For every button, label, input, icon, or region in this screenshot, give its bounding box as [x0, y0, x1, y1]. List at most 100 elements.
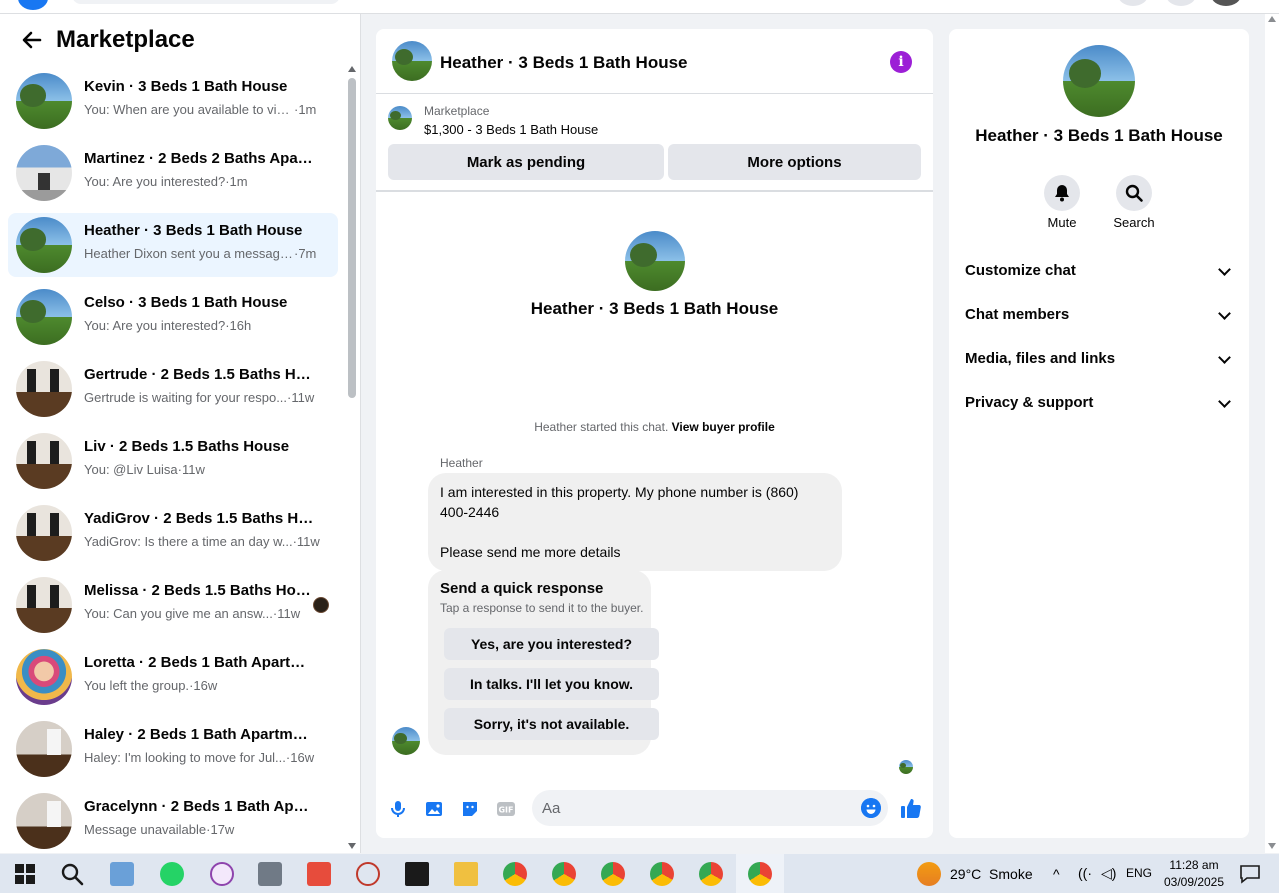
weather-text[interactable]: 29°C Smoke [950, 866, 1033, 882]
conversation-item[interactable]: Liv · 2 Beds 1.5 Baths House You: @Liv Lu… [8, 429, 338, 493]
app-icon[interactable] [210, 862, 234, 886]
mute-button[interactable] [1044, 175, 1080, 211]
scroll-down-arrow-icon[interactable] [1268, 843, 1276, 849]
listing-thumbnail[interactable] [388, 106, 412, 130]
conversation-time: ·16w [285, 750, 315, 765]
quick-reply-button[interactable]: In talks. I'll let you know. [444, 668, 659, 700]
wifi-icon[interactable]: ((· [1078, 865, 1092, 881]
whatsapp-icon[interactable] [160, 862, 184, 886]
mute-action[interactable]: Mute [1032, 175, 1092, 230]
conversation-name: Melissa · 2 Beds 1.5 Baths Hou... [84, 582, 316, 599]
language-indicator[interactable]: ENG [1126, 866, 1152, 880]
chevron-up-icon[interactable]: ^ [1053, 866, 1060, 882]
chevron-down-icon [1218, 351, 1231, 364]
quick-reply-button[interactable]: Sorry, it's not available. [444, 708, 659, 740]
media-files-links-section[interactable]: Media, files and links [965, 347, 1235, 371]
view-buyer-profile-link[interactable]: View buyer profile [672, 420, 775, 434]
search-button[interactable] [1116, 175, 1152, 211]
chrome-icon[interactable] [748, 862, 772, 886]
sidebar-header: Marketplace [0, 14, 345, 68]
more-options-button[interactable]: More options [668, 144, 921, 180]
windows-start-icon[interactable] [13, 862, 37, 886]
sticker-icon[interactable] [460, 799, 480, 819]
listing-label: Marketplace [424, 104, 490, 118]
conversation-name: Gertrude · 2 Beds 1.5 Baths House [84, 366, 316, 383]
conversation-item[interactable]: Loretta · 2 Beds 1 Bath Apartme... You le… [8, 645, 338, 709]
conversation-item[interactable]: Celso · 3 Beds 1 Bath House You: Are you … [8, 285, 338, 349]
search-bar[interactable] [72, 0, 340, 4]
listing-price[interactable]: $1,300 - 3 Beds 1 Bath House [424, 122, 598, 137]
unread-avatar-indicator [313, 597, 329, 613]
conversation-thumbnail [16, 217, 72, 273]
weather-icon[interactable] [917, 862, 941, 886]
conversation-name: YadiGrov · 2 Beds 1.5 Baths House [84, 510, 316, 527]
conversation-thumbnail [16, 361, 72, 417]
svg-text:GIF: GIF [498, 806, 513, 815]
customize-chat-section[interactable]: Customize chat [965, 259, 1235, 283]
photo-icon[interactable] [424, 799, 444, 819]
chrome-icon[interactable] [503, 862, 527, 886]
chrome-icon[interactable] [650, 862, 674, 886]
chat-panel: Heather · 3 Beds 1 Bath House i Marketpl… [376, 29, 933, 838]
chat-info-panel: Heather · 3 Beds 1 Bath House Mute Searc… [949, 29, 1249, 838]
conversation-snippet: You: When are you available to visi... ·1… [84, 102, 317, 117]
menu-button[interactable] [1118, 0, 1148, 6]
conversation-time: ·11w [292, 534, 320, 549]
back-arrow-icon[interactable] [20, 28, 44, 52]
chrome-icon[interactable] [699, 862, 723, 886]
conversation-item[interactable]: YadiGrov · 2 Beds 1.5 Baths House YadiGro… [8, 501, 338, 565]
app-icon[interactable] [110, 862, 134, 886]
file-explorer-icon[interactable] [454, 862, 478, 886]
conversation-item[interactable]: Martinez · 2 Beds 2 Baths Apart... You: A… [8, 141, 338, 205]
volume-icon[interactable]: ◁) [1101, 865, 1116, 882]
conversation-time: ·16w [189, 678, 218, 693]
chat-avatar[interactable] [392, 41, 432, 81]
chat-started-notice: Heather started this chat. View buyer pr… [376, 420, 933, 434]
conversation-item[interactable]: Melissa · 2 Beds 1.5 Baths Hou... You: Ca… [8, 573, 338, 637]
scroll-down-arrow-icon[interactable] [348, 843, 356, 849]
conversation-time: ·17w [206, 822, 235, 837]
conversation-thumbnail [16, 433, 72, 489]
thumbs-up-icon[interactable] [900, 797, 922, 819]
chevron-down-icon [1218, 395, 1231, 408]
chrome-icon[interactable] [552, 862, 576, 886]
conversation-thumbnail [16, 721, 72, 777]
sidebar-scrollbar[interactable] [345, 64, 359, 853]
message-sender-name: Heather [440, 456, 483, 470]
conversation-item[interactable]: Gertrude · 2 Beds 1.5 Baths House Gertrud… [8, 357, 338, 421]
search-icon[interactable] [60, 862, 84, 886]
scroll-up-arrow-icon[interactable] [348, 66, 356, 72]
windows-taskbar: 29°C Smoke ^ ((· ◁) ENG 11:28 am 03/09/2… [0, 854, 1279, 893]
chat-title[interactable]: Heather · 3 Beds 1 Bath House [440, 53, 688, 73]
message-input[interactable] [532, 790, 888, 826]
search-action[interactable]: Search [1104, 175, 1164, 230]
gif-icon[interactable]: GIF [496, 799, 516, 819]
info-icon[interactable]: i [890, 51, 912, 73]
emoji-icon[interactable] [861, 798, 881, 818]
calculator-icon[interactable] [258, 862, 282, 886]
conversation-item[interactable]: Gracelynn · 2 Beds 1 Bath Apart... Messag… [8, 789, 338, 853]
conversation-name: Haley · 2 Beds 1 Bath Apartment... [84, 726, 316, 743]
chat-members-section[interactable]: Chat members [965, 303, 1235, 327]
conversation-item[interactable]: Heather · 3 Beds 1 Bath House Heather Dix… [8, 213, 338, 277]
conversation-item[interactable]: Kevin · 3 Beds 1 Bath House You: When are… [8, 69, 338, 133]
privacy-support-section[interactable]: Privacy & support [965, 391, 1235, 415]
scrollbar-thumb[interactable] [348, 78, 356, 398]
scroll-up-arrow-icon[interactable] [1268, 16, 1276, 22]
microphone-icon[interactable] [388, 799, 408, 819]
notifications-button[interactable] [1166, 0, 1196, 6]
clock-date[interactable]: 03/09/2025 [1160, 875, 1228, 889]
profile-avatar[interactable] [1211, 0, 1241, 6]
clock-time[interactable]: 11:28 am [1163, 858, 1225, 872]
sticky-notes-icon[interactable] [405, 862, 429, 886]
app-icon[interactable] [356, 862, 380, 886]
conversation-thumbnail [16, 577, 72, 633]
facebook-logo[interactable] [18, 0, 48, 10]
conversation-item[interactable]: Haley · 2 Beds 1 Bath Apartment... Haley:… [8, 717, 338, 781]
page-scrollbar[interactable] [1265, 14, 1279, 853]
mark-as-pending-button[interactable]: Mark as pending [388, 144, 664, 180]
notification-center-icon[interactable] [1238, 862, 1262, 886]
app-icon[interactable] [307, 862, 331, 886]
chrome-icon[interactable] [601, 862, 625, 886]
quick-reply-button[interactable]: Yes, are you interested? [444, 628, 659, 660]
